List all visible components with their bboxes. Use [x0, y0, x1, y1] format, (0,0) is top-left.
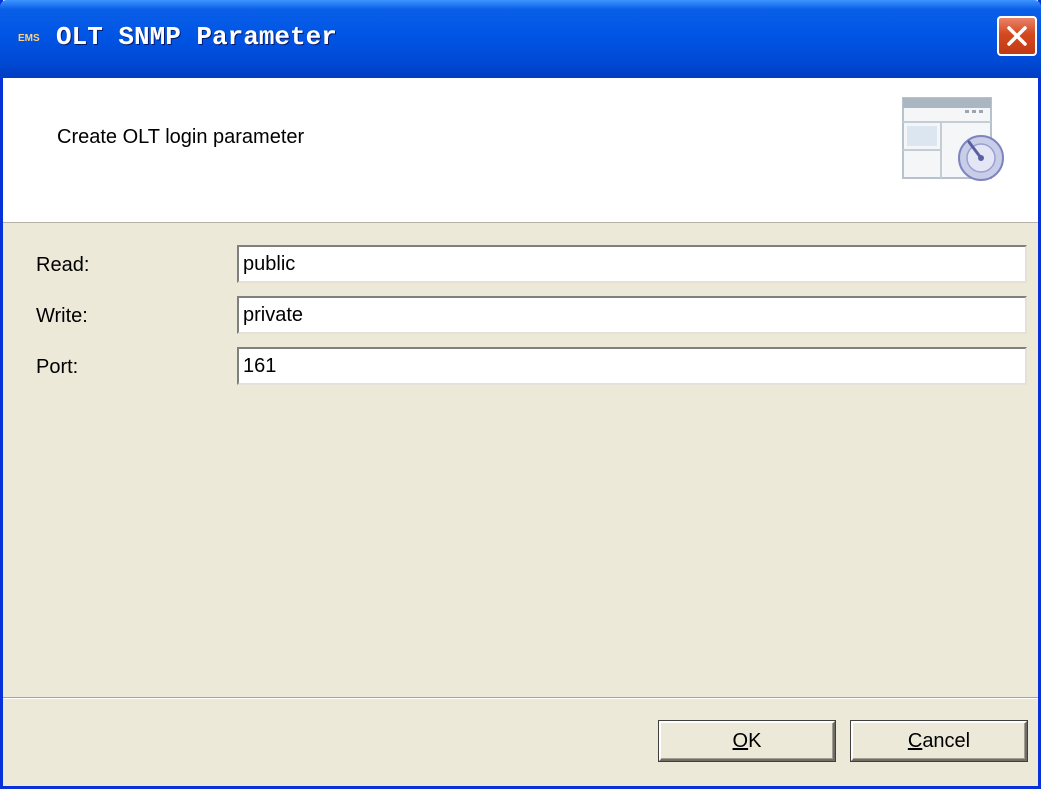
write-community-input[interactable]	[237, 296, 1027, 334]
ok-label-rest: K	[748, 729, 762, 752]
write-label: Write:	[36, 305, 88, 327]
title-bar[interactable]: EMS OLT SNMP Parameter	[0, 0, 1041, 78]
app-logo-icon: EMS	[18, 33, 40, 44]
dialog-window: EMS OLT SNMP Parameter Create OLT login …	[0, 0, 1041, 789]
window-title: OLT SNMP Parameter	[56, 22, 337, 52]
cancel-button[interactable]: Cancel	[851, 721, 1027, 761]
read-label: Read:	[36, 254, 90, 276]
ok-button[interactable]: OK	[659, 721, 835, 761]
cancel-label-rest: ancel	[922, 729, 971, 752]
read-community-input[interactable]	[237, 245, 1027, 283]
port-input[interactable]	[237, 347, 1027, 385]
button-separator	[3, 697, 1038, 699]
cancel-mnemonic: C	[907, 729, 923, 752]
port-label: Port:	[36, 356, 79, 378]
header-description: Create OLT login parameter	[57, 126, 305, 148]
header-panel: Create OLT login parameter	[3, 78, 1038, 223]
close-icon	[1007, 26, 1027, 46]
close-button[interactable]	[997, 16, 1037, 56]
settings-window-gauge-icon	[902, 97, 1004, 181]
ok-mnemonic: O	[732, 729, 749, 752]
